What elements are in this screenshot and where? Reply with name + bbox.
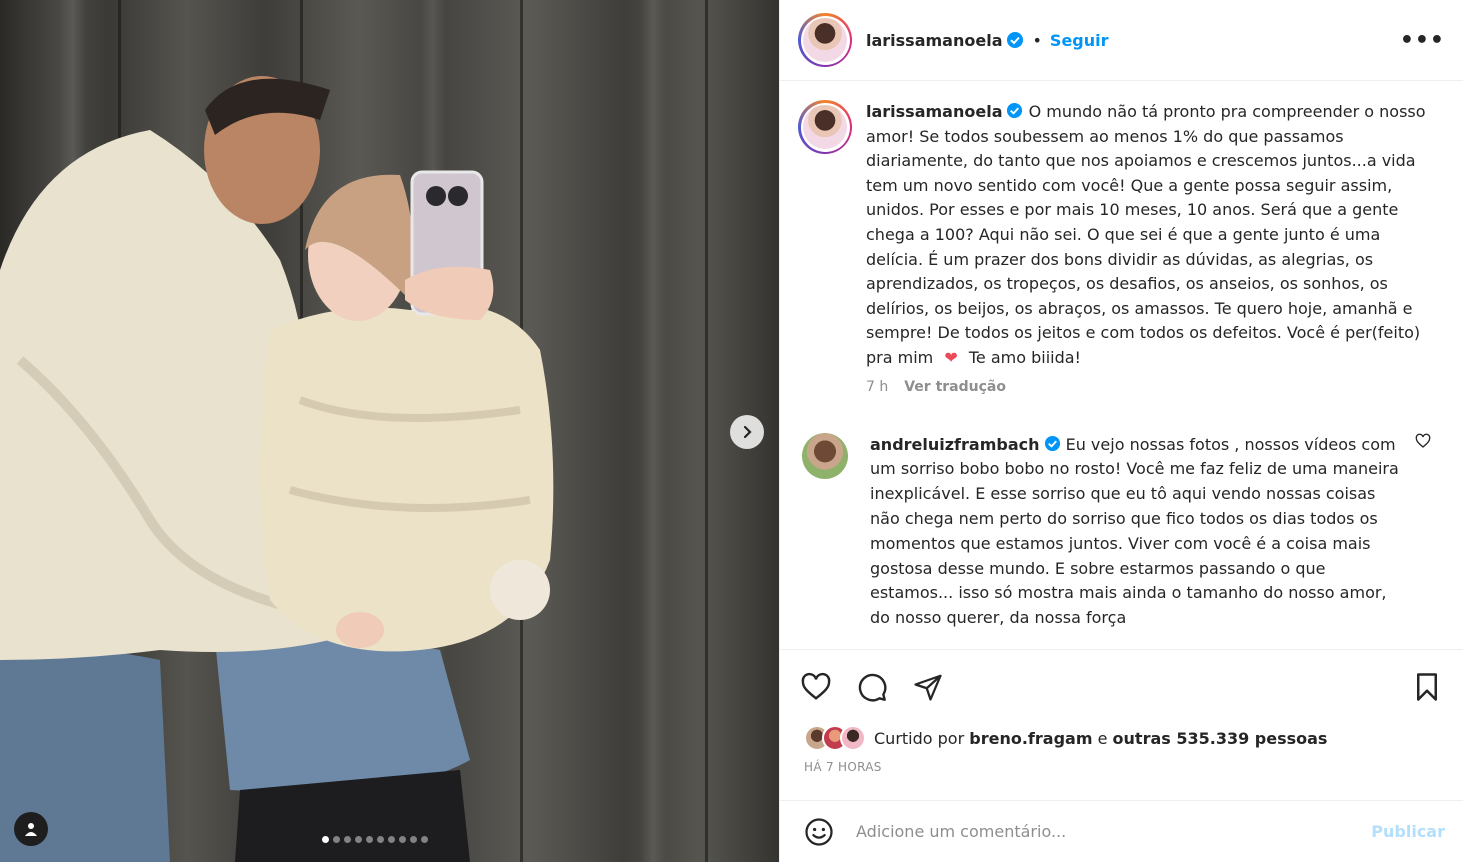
likes-conjunction: e xyxy=(1097,728,1108,748)
carousel-dot xyxy=(399,836,406,843)
post-photo xyxy=(0,0,779,862)
publish-button[interactable]: Publicar xyxy=(1371,822,1445,841)
carousel-dot xyxy=(366,836,373,843)
tagged-users-button[interactable] xyxy=(14,812,48,846)
post-timestamp: HÁ 7 HORAS xyxy=(804,760,882,774)
verified-icon xyxy=(1007,102,1023,119)
carousel-dot xyxy=(410,836,417,843)
comment-button[interactable] xyxy=(854,669,890,705)
caption-meta: 7 h Ver tradução xyxy=(866,379,1445,395)
like-button[interactable] xyxy=(798,669,834,705)
author-avatar[interactable] xyxy=(798,13,852,67)
caption-body: O mundo não tá pronto pra compreender o … xyxy=(866,102,1426,367)
post-details-panel: larissamanoela • Seguir ••• larissamanoe… xyxy=(779,0,1463,862)
carousel-dot xyxy=(388,836,395,843)
author-username[interactable]: larissamanoela xyxy=(866,31,1002,50)
first-liker-link[interactable]: breno.fragam xyxy=(969,729,1092,748)
post-actions-bar xyxy=(780,649,1463,723)
separator-dot: • xyxy=(1032,30,1042,50)
post-header: larissamanoela • Seguir ••• xyxy=(780,0,1463,81)
red-heart-emoji: ❤ xyxy=(944,347,958,367)
comments-section: larissamanoela O mundo não tá pronto pra… xyxy=(780,82,1463,648)
commenter-username[interactable]: andreluizframbach xyxy=(870,435,1040,454)
carousel-dot xyxy=(377,836,384,843)
likes-prefix: Curtido por xyxy=(874,728,965,748)
more-options-icon[interactable]: ••• xyxy=(1400,28,1445,53)
carousel-dot xyxy=(355,836,362,843)
carousel-dot xyxy=(421,836,428,843)
share-button[interactable] xyxy=(910,669,946,705)
save-icon xyxy=(1417,672,1437,701)
comment-icon xyxy=(858,673,887,701)
see-translation-link[interactable]: Ver tradução xyxy=(904,379,1006,395)
liker-avatars xyxy=(804,725,866,751)
caption-avatar[interactable] xyxy=(798,100,852,154)
chevron-right-icon xyxy=(743,425,752,439)
caption: larissamanoela O mundo não tá pronto pra… xyxy=(798,100,1445,371)
likes-summary: Curtido por breno.fragam e outras 535.33… xyxy=(804,725,1327,751)
caption-closing: Te amo biiida! xyxy=(968,347,1081,367)
emoji-button[interactable] xyxy=(802,815,836,849)
instagram-post-window: larissamanoela • Seguir ••• larissamanoe… xyxy=(0,0,1463,862)
carousel-dot xyxy=(322,836,329,843)
comment-text: andreluizframbach Eu vejo nossas fotos ,… xyxy=(870,433,1410,631)
save-button[interactable] xyxy=(1409,669,1445,705)
commenter-avatar[interactable] xyxy=(802,432,848,479)
heart-small-icon[interactable] xyxy=(1415,433,1431,449)
likes-count-link[interactable]: outras 535.339 pessoas xyxy=(1113,729,1328,748)
carousel-indicator xyxy=(322,836,428,843)
verified-icon xyxy=(1007,32,1024,48)
carousel-dot xyxy=(344,836,351,843)
caption-text: larissamanoela O mundo não tá pronto pra… xyxy=(866,100,1426,371)
verified-icon xyxy=(1044,435,1060,451)
like-icon xyxy=(801,672,831,700)
couple-figures xyxy=(0,76,554,862)
caption-age: 7 h xyxy=(866,378,889,395)
caption-username[interactable]: larissamanoela xyxy=(866,102,1002,121)
comment-input[interactable] xyxy=(856,822,1336,841)
emoji-icon xyxy=(805,817,833,846)
share-icon xyxy=(914,674,942,701)
add-comment-bar: Publicar xyxy=(780,800,1463,862)
follow-button[interactable]: Seguir xyxy=(1050,31,1109,50)
user-tag-icon xyxy=(25,823,37,836)
carousel-dot xyxy=(333,836,340,843)
comment-body: Eu vejo nossas fotos , nossos vídeos com… xyxy=(870,434,1399,628)
next-slide-button[interactable] xyxy=(730,415,764,449)
comment-item: andreluizframbach Eu vejo nossas fotos ,… xyxy=(798,432,1445,631)
